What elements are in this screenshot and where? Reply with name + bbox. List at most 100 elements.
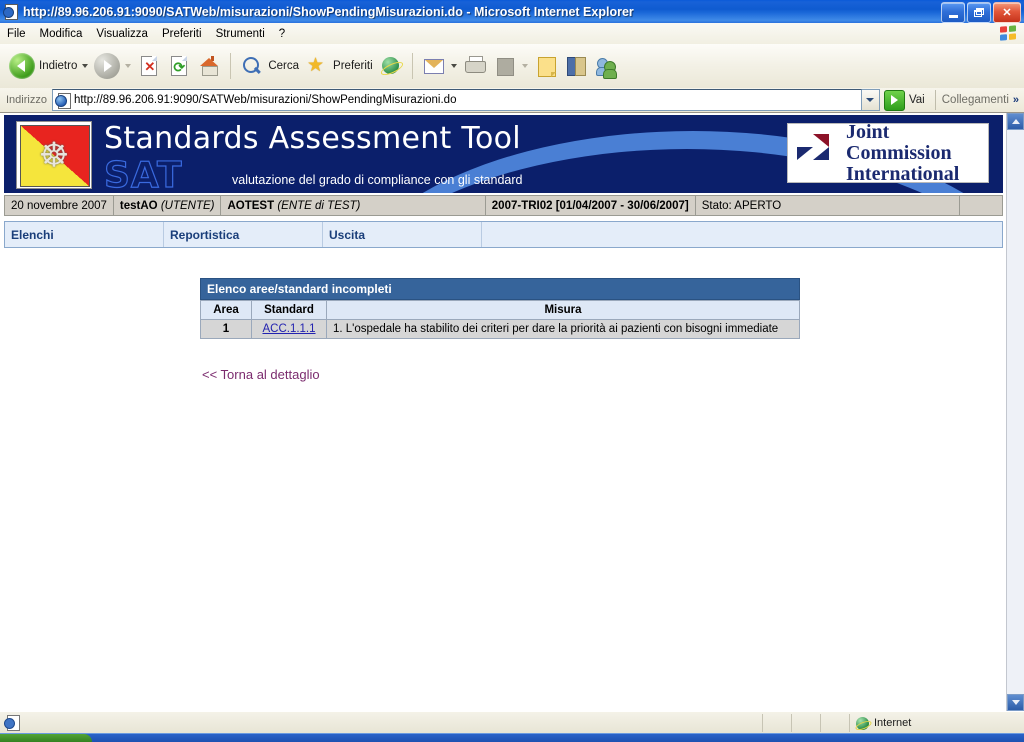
window-title: http://89.96.206.91:9090/SATWeb/misurazi…: [23, 4, 634, 19]
home-button[interactable]: [194, 48, 224, 84]
address-input[interactable]: http://89.96.206.91:9090/SATWeb/misurazi…: [51, 89, 862, 111]
status-bar: Internet: [0, 711, 1024, 734]
menu-label-modifica: Modifica: [39, 27, 83, 40]
nav-item-reportistica[interactable]: Reportistica: [164, 222, 323, 247]
browser-toolbar: Indietro ✕ ⟳ Cerca ★ Preferiti: [0, 44, 1024, 89]
print-button[interactable]: [460, 48, 490, 84]
window-controls: ✕: [941, 2, 1021, 23]
go-arrow-icon: [883, 89, 905, 111]
address-bar: Indirizzo http://89.96.206.91:9090/SATWe…: [0, 88, 1024, 113]
jci-logo: Joint Commission International: [787, 120, 989, 185]
windows-taskbar: [0, 733, 1024, 742]
ie-document-icon: [3, 3, 19, 20]
menu-item-strumenti[interactable]: Strumenti: [209, 26, 272, 42]
back-button[interactable]: Indietro: [6, 48, 91, 84]
column-header-area: Area: [200, 300, 252, 320]
mail-button[interactable]: [419, 48, 460, 84]
menu-item-file[interactable]: File: [0, 26, 33, 42]
media-button[interactable]: [376, 48, 406, 84]
mail-dropdown-icon[interactable]: [450, 64, 457, 68]
web-page: ☸ SAT Standards Assessment Tool valutazi…: [0, 113, 1007, 711]
app-subtitle: valutazione del grado di compliance con …: [232, 173, 523, 187]
nav-label-reportistica: Reportistica: [170, 227, 240, 242]
toolbar-separator-1: [230, 53, 232, 79]
info-date-value: 20 novembre 2007: [11, 199, 107, 212]
security-zone[interactable]: Internet: [850, 716, 1024, 730]
app-banner: ☸ SAT Standards Assessment Tool valutazi…: [4, 115, 1003, 193]
forward-arrow-icon: [94, 53, 121, 79]
status-page-icon: [4, 715, 22, 731]
restore-button[interactable]: [967, 2, 991, 23]
back-dropdown-icon[interactable]: [82, 64, 89, 68]
page-content: Elenco aree/standard incompleti Area Sta…: [0, 248, 1007, 384]
menu-label-file: File: [7, 27, 26, 40]
info-user-name: testAO: [119, 199, 158, 212]
start-button[interactable]: [0, 734, 92, 742]
nav-item-uscita[interactable]: Uscita: [323, 222, 482, 247]
jci-pinwheel-icon: [795, 133, 843, 173]
search-button-label: Cerca: [268, 60, 300, 72]
panel-title: Elenco aree/standard incompleti: [200, 278, 800, 300]
menu-item-preferiti[interactable]: Preferiti: [155, 26, 209, 42]
jci-line-2: International: [846, 162, 960, 185]
refresh-icon: ⟳: [167, 54, 191, 78]
incomplete-standards-panel: Elenco aree/standard incompleti Area Sta…: [200, 278, 800, 339]
chevron-down-icon: [866, 98, 875, 102]
menu-label-preferiti: Preferiti: [161, 27, 202, 40]
info-status: Stato: APERTO: [696, 196, 960, 215]
back-button-label: Indietro: [39, 60, 78, 72]
links-separator: [934, 90, 936, 110]
standard-link[interactable]: ACC.1.1.1: [262, 323, 315, 335]
main-navigation: Elenchi Reportistica Uscita: [4, 221, 1003, 248]
session-info-bar: 20 novembre 2007 testAO (UTENTE) AOTEST …: [4, 195, 1003, 216]
chevron-down-icon: [1011, 700, 1020, 705]
column-header-standard: Standard: [251, 300, 327, 320]
back-to-detail-link[interactable]: << Torna al dettaglio: [202, 367, 320, 382]
links-overflow-icon[interactable]: »: [1013, 94, 1024, 106]
research-book-icon: [564, 54, 588, 78]
back-arrow-icon: [9, 53, 35, 79]
research-button[interactable]: [561, 48, 591, 84]
edit-button: [490, 48, 531, 84]
close-button[interactable]: ✕: [993, 2, 1021, 23]
nav-label-elenchi: Elenchi: [11, 227, 54, 242]
messenger-button[interactable]: [591, 48, 621, 84]
favorites-button-label: Preferiti: [333, 60, 373, 72]
forward-button[interactable]: [91, 48, 134, 84]
go-button[interactable]: Vai: [880, 89, 933, 111]
menu-item-help[interactable]: ?: [272, 26, 292, 42]
nav-label-uscita: Uscita: [329, 227, 366, 242]
minimize-button[interactable]: [941, 2, 965, 23]
menu-bar: File Modifica Visualizza Preferiti Strum…: [0, 23, 1024, 45]
menu-label-visualizza: Visualizza: [96, 27, 148, 40]
favorites-button[interactable]: ★ Preferiti: [302, 48, 376, 84]
star-icon: ★: [307, 55, 325, 76]
forward-dropdown-icon: [125, 64, 132, 68]
cell-standard: ACC.1.1.1: [251, 319, 327, 339]
refresh-button[interactable]: ⟳: [164, 48, 194, 84]
scroll-up-button[interactable]: [1007, 113, 1024, 130]
menu-label-strumenti: Strumenti: [215, 27, 265, 40]
notes-button[interactable]: [531, 48, 561, 84]
info-period-value: 2007-TRI02 [01/04/2007 - 30/06/2007]: [491, 199, 689, 212]
chevron-up-icon: [1011, 119, 1020, 124]
messenger-people-icon: [594, 54, 618, 79]
menu-item-visualizza[interactable]: Visualizza: [89, 26, 155, 42]
printer-icon: [463, 54, 487, 78]
address-dropdown-button[interactable]: [861, 89, 880, 111]
edit-dropdown-icon: [521, 64, 528, 68]
app-title: Standards Assessment Tool: [104, 121, 521, 156]
links-toolbar-label[interactable]: Collegamenti: [938, 94, 1013, 106]
cell-area: 1: [200, 319, 252, 339]
jci-line-1: Joint Commission: [846, 120, 952, 164]
search-button[interactable]: Cerca: [237, 48, 302, 84]
stop-button[interactable]: ✕: [134, 48, 164, 84]
scroll-down-button[interactable]: [1007, 694, 1024, 711]
note-icon: [534, 54, 558, 78]
status-pane-2: [792, 714, 820, 732]
menu-item-modifica[interactable]: Modifica: [33, 26, 90, 42]
status-pane-3: [821, 714, 849, 732]
nav-item-elenchi[interactable]: Elenchi: [5, 222, 164, 247]
vertical-scrollbar[interactable]: [1006, 113, 1024, 711]
